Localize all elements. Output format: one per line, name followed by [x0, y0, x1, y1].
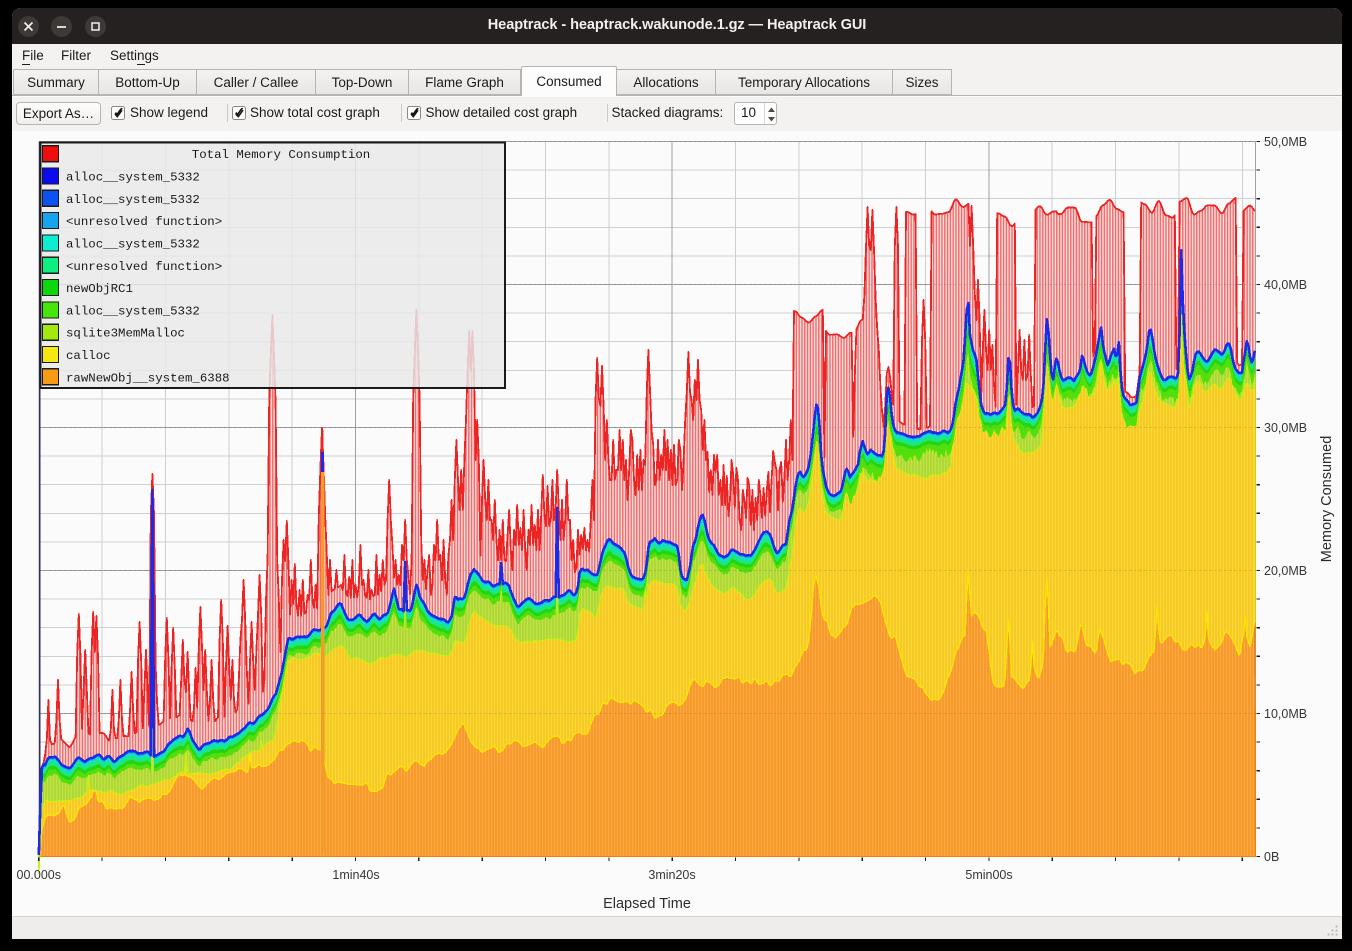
svg-text:20,0MB: 20,0MB — [1264, 564, 1307, 578]
svg-text:1min40s: 1min40s — [332, 868, 379, 882]
svg-text:10,0MB: 10,0MB — [1264, 707, 1307, 721]
svg-text:0B: 0B — [1264, 850, 1279, 864]
svg-text:00.000s: 00.000s — [17, 868, 61, 882]
svg-text:Total Memory Consumption: Total Memory Consumption — [192, 148, 370, 162]
svg-text:3min20s: 3min20s — [648, 868, 695, 882]
svg-text:30,0MB: 30,0MB — [1264, 421, 1307, 435]
svg-text:newObjRC1: newObjRC1 — [66, 282, 133, 296]
svg-text:sqlite3MemMalloc: sqlite3MemMalloc — [66, 327, 185, 341]
svg-text:alloc__system_5332: alloc__system_5332 — [66, 193, 200, 207]
svg-text:<unresolved function>: <unresolved function> — [66, 215, 222, 229]
svg-text:alloc__system_5332: alloc__system_5332 — [66, 237, 200, 251]
svg-text:alloc__system_5332: alloc__system_5332 — [66, 171, 200, 185]
svg-text:40,0MB: 40,0MB — [1264, 278, 1307, 292]
svg-text:Elapsed Time: Elapsed Time — [603, 896, 691, 912]
svg-text:calloc: calloc — [66, 349, 111, 363]
svg-text:rawNewObj__system_6388: rawNewObj__system_6388 — [66, 371, 230, 385]
svg-text:Memory Consumed: Memory Consumed — [1319, 436, 1335, 563]
svg-text:alloc__system_5332: alloc__system_5332 — [66, 304, 200, 318]
svg-text:5min00s: 5min00s — [965, 868, 1012, 882]
svg-text:<unresolved function>: <unresolved function> — [66, 260, 222, 274]
svg-text:50,0MB: 50,0MB — [1264, 135, 1307, 149]
